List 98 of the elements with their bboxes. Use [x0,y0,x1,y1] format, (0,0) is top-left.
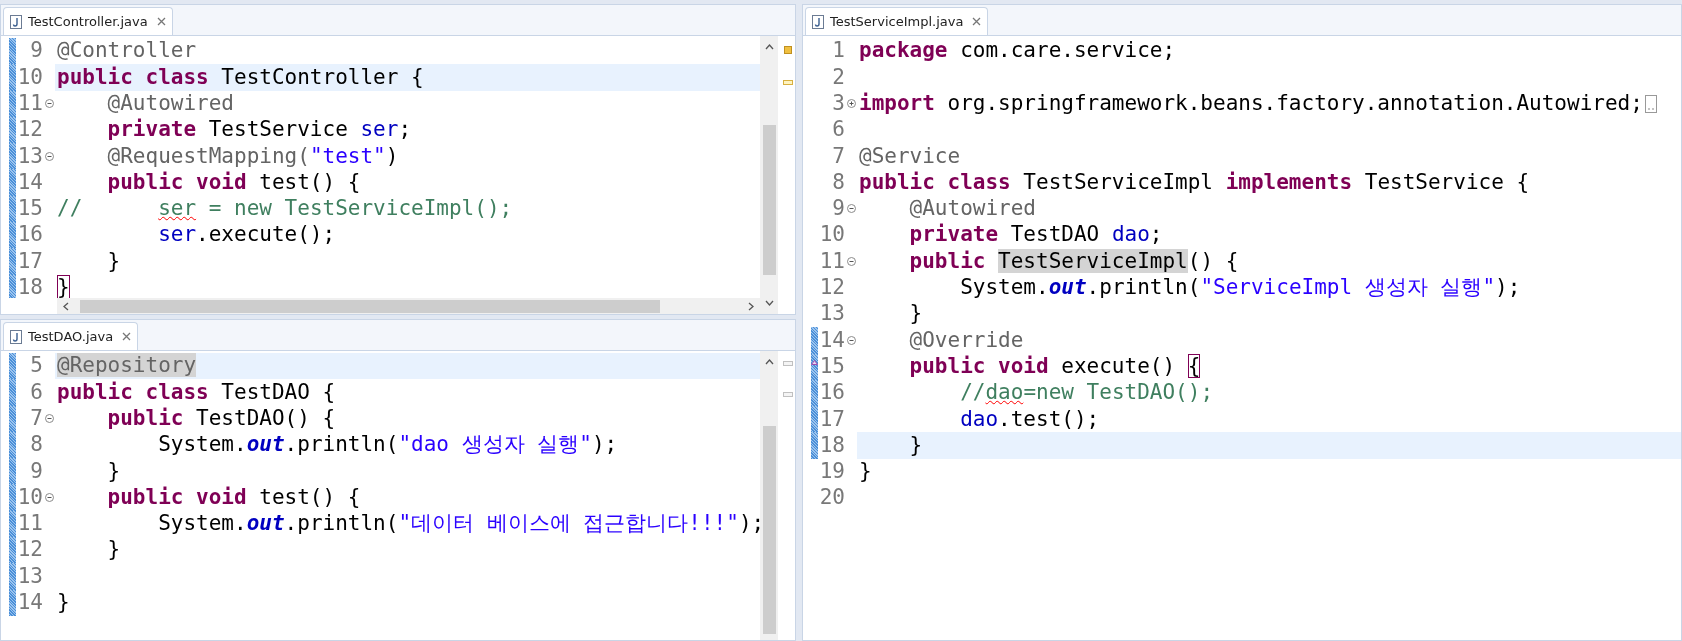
close-icon[interactable] [156,17,166,26]
code-line: } [858,458,872,486]
code-line: @Override [908,326,1024,354]
close-icon[interactable] [122,332,132,341]
line-number: 10 [16,63,43,91]
code-line: @Service [858,142,961,170]
code-line: public TestServiceImpl() { [908,247,1239,275]
code-line: @RequestMapping("test") [106,142,399,170]
collapse-icon[interactable] [44,414,54,424]
code-line: dao.test(); [959,405,1100,433]
code-line: public TestDAO() { [106,405,336,432]
task-marker[interactable] [783,46,792,54]
code-line: System.out.println("dao 생성자 실행"); [157,431,618,459]
code-line: private TestService ser; [106,116,412,144]
occurrence-marker[interactable] [782,392,793,397]
line-number: 15 [16,195,43,223]
line-number: 11 [16,510,43,538]
code-line: // ser = new TestServiceImpl(); [56,195,513,223]
line-number: 7 [29,405,43,432]
code-line: ser.execute(); [157,221,336,249]
line-number: 12 [16,536,43,564]
line-number: 9 [29,37,43,65]
code-line: System.out.println("ServiceImpl 생성자 실행"); [959,274,1521,302]
java-file-icon [10,329,22,344]
collapse-icon[interactable] [846,335,856,345]
close-icon[interactable] [972,17,982,26]
line-number: 9 [831,195,845,223]
line-number: 16 [16,221,43,249]
code-line: package com.care.service; [858,37,1176,65]
line-number: 1 [831,37,845,65]
editor-tab[interactable]: TestController.java [3,7,173,35]
code-line: @Controller [56,37,197,65]
code-line: } [106,457,121,485]
code-line: private TestDAO dao; [908,221,1163,249]
code-line: } [56,274,70,298]
line-number: 18 [818,431,845,459]
java-file-icon [812,14,824,29]
code-line: public class TestServiceImpl implements TestService { [858,168,1530,196]
code-line: @Autowired [106,90,234,117]
java-file-icon [10,14,22,29]
line-number: 6 [831,116,845,144]
code-line: } [908,300,923,328]
line-number: 13 [16,562,43,590]
code-line: import org.springframework.beans.factory.annotation.Autowired; [858,90,1643,117]
line-number: 12 [16,116,43,144]
code-line: public class TestController { [56,63,424,91]
collapse-icon[interactable] [44,493,54,503]
code-line: public void test() { [106,168,361,196]
line-number: 15 [818,352,845,380]
code-line: public void test() { [106,483,361,511]
line-number: 11 [16,90,43,117]
folded-code-icon[interactable] [1644,94,1657,113]
expand-icon[interactable] [846,99,856,109]
vertical-scrollbar[interactable] [760,36,778,314]
occurrence-marker[interactable] [782,361,793,366]
line-number: 3 [831,90,845,117]
line-number: 10 [16,483,43,511]
line-number: 6 [29,378,43,406]
code-line: public class TestDAO { [56,378,336,406]
vertical-scrollbar[interactable] [760,351,778,640]
editor-tab[interactable]: TestDAO.java [3,322,139,350]
collapse-icon[interactable] [44,99,54,109]
horizontal-scrollbar[interactable] [57,298,760,314]
collapse-icon[interactable] [44,151,54,161]
line-number: 16 [818,379,845,407]
code-line: } [106,536,121,564]
line-number: 18 [16,274,43,298]
line-number: 7 [831,142,845,170]
line-number: 13 [16,142,43,170]
scrollbar-thumb[interactable] [80,299,660,313]
editor-tab[interactable]: TestServiceImpl.java [805,7,989,35]
line-number: 14 [818,326,845,354]
occurrence-marker[interactable] [782,80,793,85]
code-line: } [56,589,70,617]
line-number: 17 [818,405,845,433]
line-number: 13 [818,300,845,328]
scrollbar-thumb[interactable] [762,426,776,634]
line-number: 14 [16,168,43,196]
line-number: 10 [818,221,845,249]
code-line: } [908,431,923,459]
line-number: 14 [16,589,43,617]
line-number: 11 [818,247,845,275]
line-number: 12 [818,274,845,302]
collapse-icon[interactable] [846,204,856,214]
line-number: 8 [29,431,43,459]
code-line: @Autowired [908,195,1036,223]
scrollbar-thumb[interactable] [762,125,776,275]
code-line: } [106,247,121,275]
code-line: //dao=new TestDAO(); [959,379,1214,407]
line-number: 17 [16,247,43,275]
line-number: 8 [831,168,845,196]
code-line: System.out.println("데이터 베이스에 접근합니다!!!"); [157,510,760,538]
line-number: 9 [29,457,43,485]
line-number: 2 [831,63,845,91]
line-number: 20 [818,484,845,512]
line-number: 19 [818,458,845,486]
collapse-icon[interactable] [846,257,856,266]
line-number: 5 [29,352,43,380]
